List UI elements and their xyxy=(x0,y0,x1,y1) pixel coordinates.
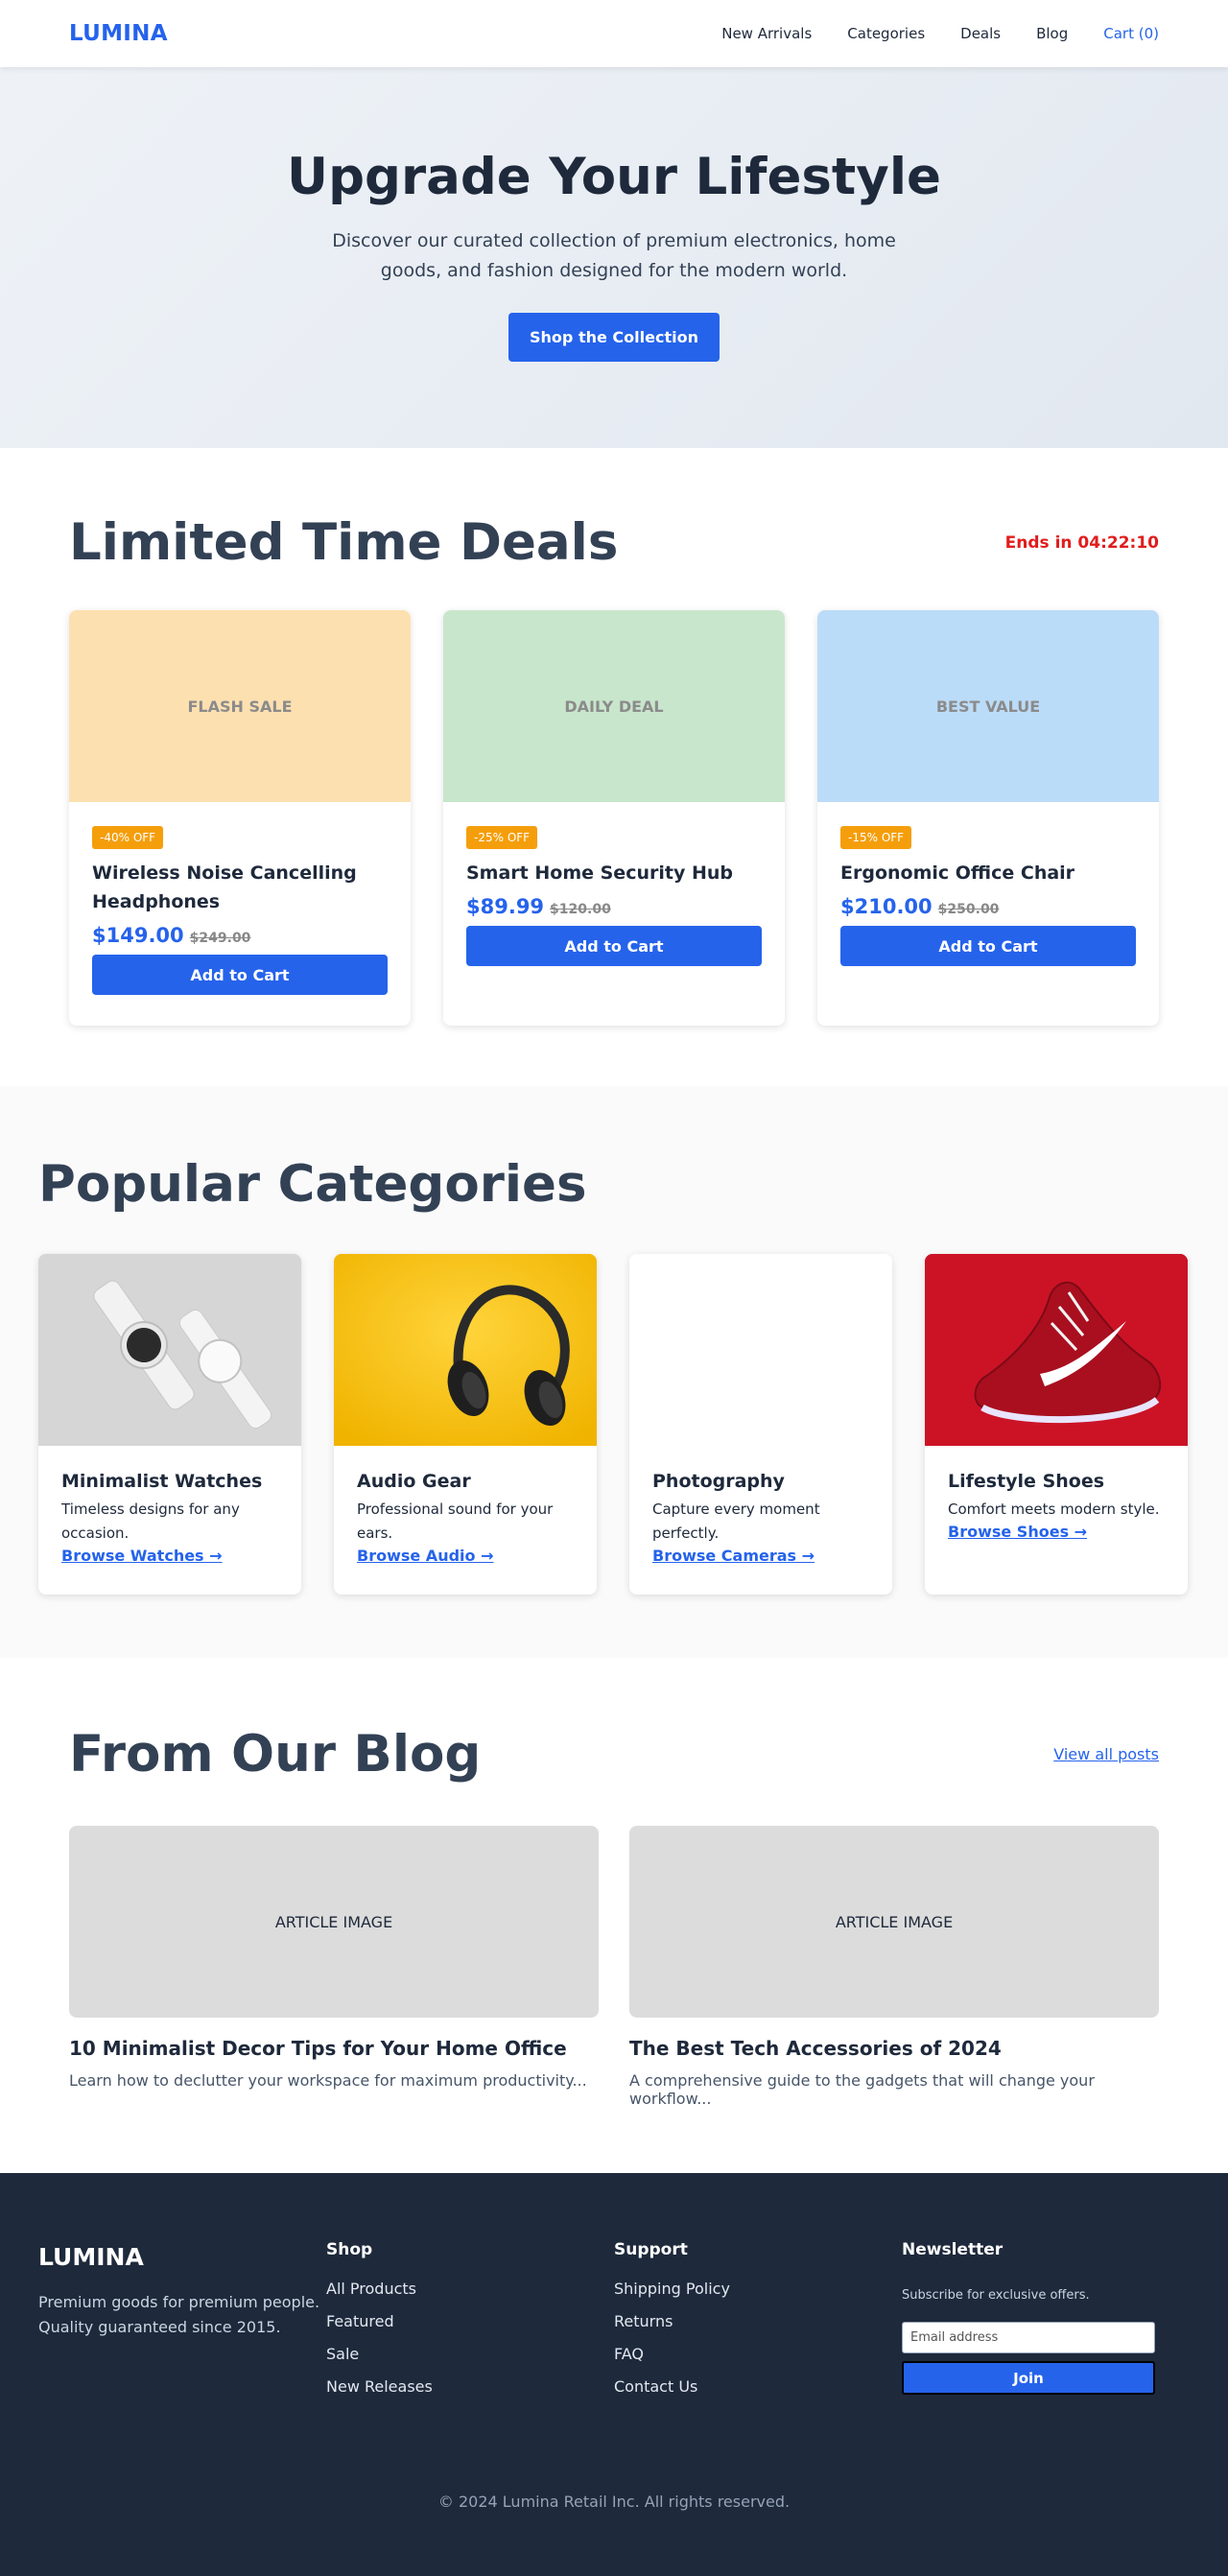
category-desc: Comfort meets modern style. xyxy=(948,1501,1160,1518)
logo[interactable]: LUMINA xyxy=(69,21,168,46)
add-to-cart-button[interactable]: Add to Cart xyxy=(92,955,388,995)
newsletter-text: Subscribe for exclusive offers. xyxy=(902,2288,1090,2303)
blog-title: From Our Blog xyxy=(69,1725,482,1784)
category-card-shoes[interactable]: Lifestyle Shoes Comfort meets modern sty… xyxy=(925,1254,1188,1595)
browse-cameras-link[interactable]: Browse Cameras → xyxy=(652,1547,869,1565)
category-title: Lifestyle Shoes xyxy=(948,1471,1105,1492)
category-desc: Professional sound for your ears. xyxy=(357,1501,554,1542)
footer-support: Support Shipping Policy Returns FAQ Cont… xyxy=(614,2240,902,2410)
product-old-price: $249.00 xyxy=(189,931,251,946)
category-title: Audio Gear xyxy=(357,1471,471,1492)
deal-card: FLASH SALE -40% OFF Wireless Noise Cance… xyxy=(69,610,411,1026)
product-price: $89.99 xyxy=(466,895,545,918)
view-all-posts-link[interactable]: View all posts xyxy=(1053,1745,1159,1763)
discount-badge: -40% OFF xyxy=(92,826,164,849)
hero-subtitle: Discover our curated collection of premi… xyxy=(332,230,896,282)
footer-newsletter: Newsletter Subscribe for exclusive offer… xyxy=(902,2240,1190,2410)
footer-link-shipping[interactable]: Shipping Policy xyxy=(614,2280,902,2312)
product-name[interactable]: Smart Home Security Hub xyxy=(466,859,762,887)
browse-audio-link[interactable]: Browse Audio → xyxy=(357,1547,574,1565)
discount-badge: -15% OFF xyxy=(840,826,912,849)
discount-badge: -25% OFF xyxy=(466,826,538,849)
footer-link-sale[interactable]: Sale xyxy=(326,2345,614,2377)
footer-link-faq[interactable]: FAQ xyxy=(614,2345,902,2377)
deals-title: Limited Time Deals xyxy=(69,513,619,572)
product-price: $210.00 xyxy=(840,895,933,918)
article-excerpt: A comprehensive guide to the gadgets tha… xyxy=(629,2071,1095,2108)
footer-heading: Support xyxy=(614,2240,688,2259)
footer-about: Premium goods for premium people. Qualit… xyxy=(38,2293,320,2336)
footer-shop: Shop All Products Featured Sale New Rele… xyxy=(326,2240,614,2410)
watches-image xyxy=(38,1254,301,1446)
hero-title: Upgrade Your Lifestyle xyxy=(287,148,941,206)
deal-image[interactable]: BEST VALUE xyxy=(817,610,1159,802)
product-old-price: $250.00 xyxy=(937,902,1000,917)
categories-section: Popular Categories Minimalist Watches Ti… xyxy=(0,1086,1228,1658)
footer-logo[interactable]: LUMINA xyxy=(38,2243,326,2271)
category-title: Minimalist Watches xyxy=(61,1471,263,1492)
article-image: ARTICLE IMAGE xyxy=(629,1826,1159,2018)
deal-timer: Ends in 04:22:10 xyxy=(1004,532,1159,553)
deal-card: BEST VALUE -15% OFF Ergonomic Office Cha… xyxy=(817,610,1159,1026)
deal-grid: FLASH SALE -40% OFF Wireless Noise Cance… xyxy=(69,610,1159,1026)
deal-image[interactable]: DAILY DEAL xyxy=(443,610,785,802)
blog-section: From Our Blog View all posts ARTICLE IMA… xyxy=(0,1658,1228,2173)
blog-grid: ARTICLE IMAGE 10 Minimalist Decor Tips f… xyxy=(69,1826,1159,2108)
nav-link-new-arrivals[interactable]: New Arrivals xyxy=(721,25,812,42)
category-desc: Capture every moment perfectly. xyxy=(652,1501,820,1542)
article-image: ARTICLE IMAGE xyxy=(69,1826,599,2018)
deal-image[interactable]: FLASH SALE xyxy=(69,610,411,802)
nav-link-deals[interactable]: Deals xyxy=(960,25,1001,42)
footer-link-returns[interactable]: Returns xyxy=(614,2312,902,2345)
cart-link[interactable]: Cart (0) xyxy=(1103,25,1159,42)
category-card-photography[interactable]: Photography Capture every moment perfect… xyxy=(629,1254,892,1595)
category-card-audio[interactable]: Audio Gear Professional sound for your e… xyxy=(334,1254,597,1595)
product-name[interactable]: Wireless Noise Cancelling Headphones xyxy=(92,859,388,916)
article-title[interactable]: The Best Tech Accessories of 2024 xyxy=(629,2037,1159,2060)
footer-link-new-releases[interactable]: New Releases xyxy=(326,2377,614,2410)
add-to-cart-button[interactable]: Add to Cart xyxy=(840,926,1136,966)
category-card-watches[interactable]: Minimalist Watches Timeless designs for … xyxy=(38,1254,301,1595)
categories-title: Popular Categories xyxy=(38,1155,587,1214)
blog-card[interactable]: ARTICLE IMAGE 10 Minimalist Decor Tips f… xyxy=(69,1826,599,2108)
deal-card: DAILY DEAL -25% OFF Smart Home Security … xyxy=(443,610,785,1026)
nav-link-categories[interactable]: Categories xyxy=(847,25,925,42)
footer-heading: Newsletter xyxy=(902,2240,1004,2259)
shoes-image xyxy=(925,1254,1188,1446)
footer-link-all-products[interactable]: All Products xyxy=(326,2280,614,2312)
top-nav: LUMINA New Arrivals Categories Deals Blo… xyxy=(0,0,1228,67)
category-grid: Minimalist Watches Timeless designs for … xyxy=(38,1254,1190,1595)
photography-image xyxy=(629,1254,892,1446)
footer-columns: LUMINA Premium goods for premium people.… xyxy=(38,2240,1190,2410)
category-title: Photography xyxy=(652,1471,785,1492)
footer-link-contact[interactable]: Contact Us xyxy=(614,2377,902,2410)
footer-brand: LUMINA Premium goods for premium people.… xyxy=(38,2240,326,2410)
nav-links: New Arrivals Categories Deals Blog Cart … xyxy=(721,25,1159,42)
add-to-cart-button[interactable]: Add to Cart xyxy=(466,926,762,966)
email-input[interactable]: Email address xyxy=(902,2322,1155,2353)
footer: LUMINA Premium goods for premium people.… xyxy=(0,2173,1228,2576)
deals-section: Limited Time Deals Ends in 04:22:10 FLAS… xyxy=(0,448,1228,1086)
product-name[interactable]: Ergonomic Office Chair xyxy=(840,859,1136,887)
nav-link-blog[interactable]: Blog xyxy=(1036,25,1068,42)
product-old-price: $120.00 xyxy=(550,902,611,917)
deals-header: Limited Time Deals Ends in 04:22:10 xyxy=(69,513,1159,572)
copyright: © 2024 Lumina Retail Inc. All rights res… xyxy=(437,2493,791,2511)
product-price: $149.00 xyxy=(92,924,184,947)
category-desc: Timeless designs for any occasion. xyxy=(61,1501,240,1542)
article-excerpt: Learn how to declutter your workspace fo… xyxy=(69,2071,587,2090)
shop-collection-button[interactable]: Shop the Collection xyxy=(508,313,720,363)
blog-card[interactable]: ARTICLE IMAGE The Best Tech Accessories … xyxy=(629,1826,1159,2108)
blog-header: From Our Blog View all posts xyxy=(69,1725,1159,1784)
article-title[interactable]: 10 Minimalist Decor Tips for Your Home O… xyxy=(69,2037,599,2060)
footer-link-featured[interactable]: Featured xyxy=(326,2312,614,2345)
browse-watches-link[interactable]: Browse Watches → xyxy=(61,1547,278,1565)
hero: Upgrade Your Lifestyle Discover our cura… xyxy=(0,67,1228,448)
join-button[interactable]: Join xyxy=(902,2361,1155,2395)
audio-image xyxy=(334,1254,597,1446)
footer-heading: Shop xyxy=(326,2240,373,2259)
browse-shoes-link[interactable]: Browse Shoes → xyxy=(948,1523,1165,1541)
